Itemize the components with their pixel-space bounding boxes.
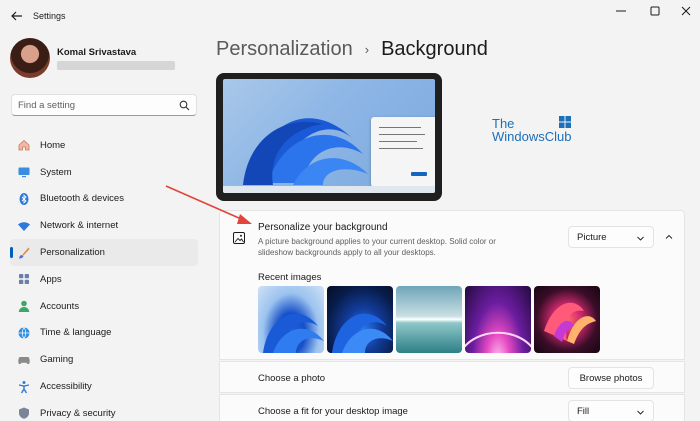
globe-icon — [18, 327, 30, 339]
breadcrumb-separator: › — [364, 42, 370, 57]
breadcrumb-parent[interactable]: Personalization — [216, 38, 353, 61]
recent-images-list — [258, 286, 600, 353]
dropdown-selected-value: Fill — [577, 406, 590, 417]
close-icon[interactable] — [675, 4, 697, 18]
choose-photo-row: Choose a photo Browse photos — [219, 361, 685, 393]
bloom-light-graphic — [263, 313, 324, 353]
personalize-description: A picture background applies to your cur… — [258, 237, 496, 257]
sidebar-item-apps[interactable]: Apps — [10, 266, 198, 293]
system-icon — [18, 167, 30, 178]
preview-wallpaper — [223, 79, 435, 193]
search-input[interactable] — [18, 98, 178, 112]
accessibility-icon — [18, 380, 30, 393]
sidebar-nav: Home System Bluetooth & devices Network … — [10, 132, 198, 421]
sidebar-item-gaming[interactable]: Gaming — [10, 346, 198, 373]
sidebar-item-time-language[interactable]: Time & language — [10, 320, 198, 347]
recent-image-thumbnail[interactable] — [534, 286, 600, 353]
back-arrow-icon[interactable] — [10, 9, 24, 23]
recent-image-thumbnail[interactable] — [465, 286, 531, 353]
watermark-line-2: WindowsClub — [492, 129, 572, 144]
home-icon — [18, 140, 30, 151]
sidebar-item-label: Accessibility — [40, 381, 92, 393]
sidebar-item-accounts[interactable]: Accounts — [10, 293, 198, 320]
maximize-icon[interactable] — [644, 4, 666, 18]
preview-window-button — [411, 172, 427, 176]
background-type-dropdown[interactable]: Picture — [568, 226, 654, 248]
fit-dropdown[interactable]: Fill — [568, 400, 654, 421]
recent-image-thumbnail[interactable] — [258, 286, 324, 353]
windows-logo-icon — [559, 116, 571, 128]
flower-graphic — [544, 302, 596, 344]
thewindowsclub-watermark: The WindowsClub — [492, 116, 582, 144]
page-title: Background — [381, 38, 488, 60]
user-name: Komal Srivastava — [57, 47, 137, 58]
sidebar-item-label: Accounts — [40, 300, 80, 312]
sidebar-item-label: System — [40, 166, 72, 178]
dropdown-selected-value: Picture — [577, 232, 607, 243]
chevron-down-icon — [637, 410, 644, 415]
wifi-icon — [18, 221, 30, 231]
preview-window-line — [379, 134, 425, 135]
shield-icon — [19, 407, 29, 420]
bloom-dark-graphic — [332, 313, 393, 353]
annotation-arrow — [165, 185, 252, 224]
sidebar-item-label: Time & language — [40, 327, 112, 339]
preview-app-window — [371, 117, 435, 187]
personalize-title: Personalize your background — [258, 222, 388, 233]
recent-images-section: Recent images — [219, 264, 685, 360]
apps-icon — [19, 274, 29, 285]
recent-images-label: Recent images — [258, 272, 322, 283]
sidebar-item-label: Personalization — [40, 247, 105, 259]
sidebar-item-label: Apps — [40, 273, 62, 285]
avatar — [10, 38, 50, 78]
search-box[interactable] — [11, 94, 197, 116]
brush-icon — [19, 247, 30, 259]
sidebar-item-home[interactable]: Home — [10, 132, 198, 159]
preview-window-line — [379, 141, 417, 142]
preview-window-line — [379, 148, 423, 149]
sidebar-item-label: Network & internet — [40, 220, 119, 232]
browse-photos-button[interactable]: Browse photos — [568, 367, 654, 389]
choose-fit-row: Choose a fit for your desktop image Fill — [219, 394, 685, 421]
preview-window-line — [379, 127, 421, 128]
personalize-background-card[interactable]: Personalize your background A picture ba… — [219, 210, 685, 265]
recent-image-thumbnail[interactable] — [327, 286, 393, 353]
choose-photo-label: Choose a photo — [258, 373, 326, 384]
search-icon[interactable] — [179, 100, 190, 111]
title-bar: Settings — [0, 0, 700, 32]
app-title: Settings — [33, 11, 66, 21]
sidebar-item-label: Privacy & security — [40, 407, 116, 419]
minimize-icon[interactable] — [610, 4, 632, 18]
chevron-down-icon — [637, 236, 644, 241]
sidebar-item-personalization[interactable]: Personalization — [10, 239, 198, 266]
sidebar-item-accessibility[interactable]: Accessibility — [10, 373, 198, 400]
bluetooth-icon — [19, 192, 29, 205]
image-icon — [233, 232, 245, 244]
glow-arc-graphic — [465, 331, 531, 348]
accounts-icon — [18, 300, 30, 313]
sidebar-item-label: Bluetooth & devices — [40, 193, 124, 205]
breadcrumb: Personalization › Background — [216, 38, 488, 61]
sidebar-item-label: Home — [40, 139, 66, 151]
recent-image-thumbnail[interactable] — [396, 286, 462, 353]
chevron-up-icon[interactable] — [664, 232, 674, 242]
gaming-icon — [18, 356, 30, 364]
user-email-redacted — [57, 61, 175, 70]
choose-fit-label: Choose a fit for your desktop image — [258, 406, 408, 417]
sidebar-item-label: Gaming — [40, 354, 74, 366]
sidebar-item-privacy-security[interactable]: Privacy & security — [10, 400, 198, 421]
